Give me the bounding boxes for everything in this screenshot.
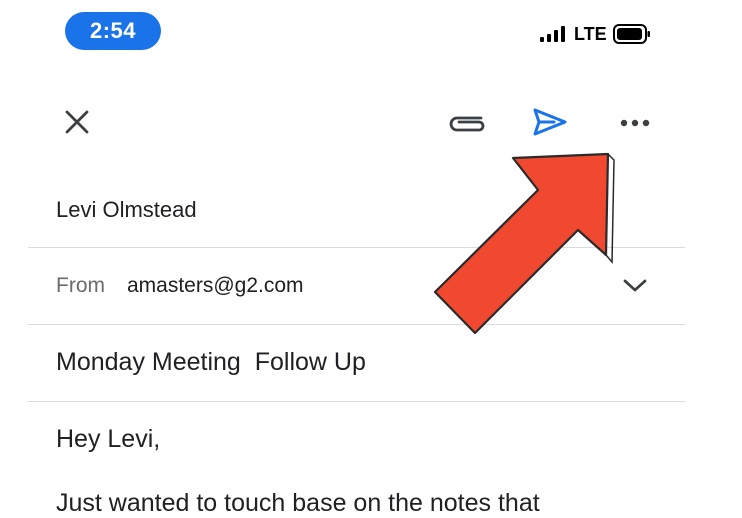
subject-field[interactable]: Monday Meeting Follow Up: [56, 348, 366, 377]
network-label: LTE: [574, 23, 607, 44]
send-button[interactable]: [530, 104, 570, 140]
status-time: 2:54: [65, 12, 161, 50]
send-icon: [533, 108, 567, 136]
status-icons: LTE: [540, 22, 651, 46]
from-address: amasters@g2.com: [127, 274, 304, 297]
body-line-1[interactable]: Hey Levi,: [56, 425, 160, 454]
signal-icon: [540, 26, 565, 42]
close-icon: [65, 110, 89, 134]
red-arrow-pointer: [433, 152, 615, 335]
body-line-2[interactable]: Just wanted to touch base on the notes t…: [56, 489, 540, 518]
attach-icon: [449, 116, 485, 132]
to-recipient[interactable]: Levi Olmstead: [56, 197, 197, 223]
from-row[interactable]: From amasters@g2.com: [56, 274, 304, 298]
battery-icon: [612, 24, 650, 44]
close-button[interactable]: [60, 105, 94, 139]
divider: [28, 401, 685, 402]
more-options-button[interactable]: [615, 108, 655, 138]
attach-button[interactable]: [445, 105, 489, 139]
more-icon: [620, 119, 650, 127]
from-label: From: [56, 274, 105, 297]
